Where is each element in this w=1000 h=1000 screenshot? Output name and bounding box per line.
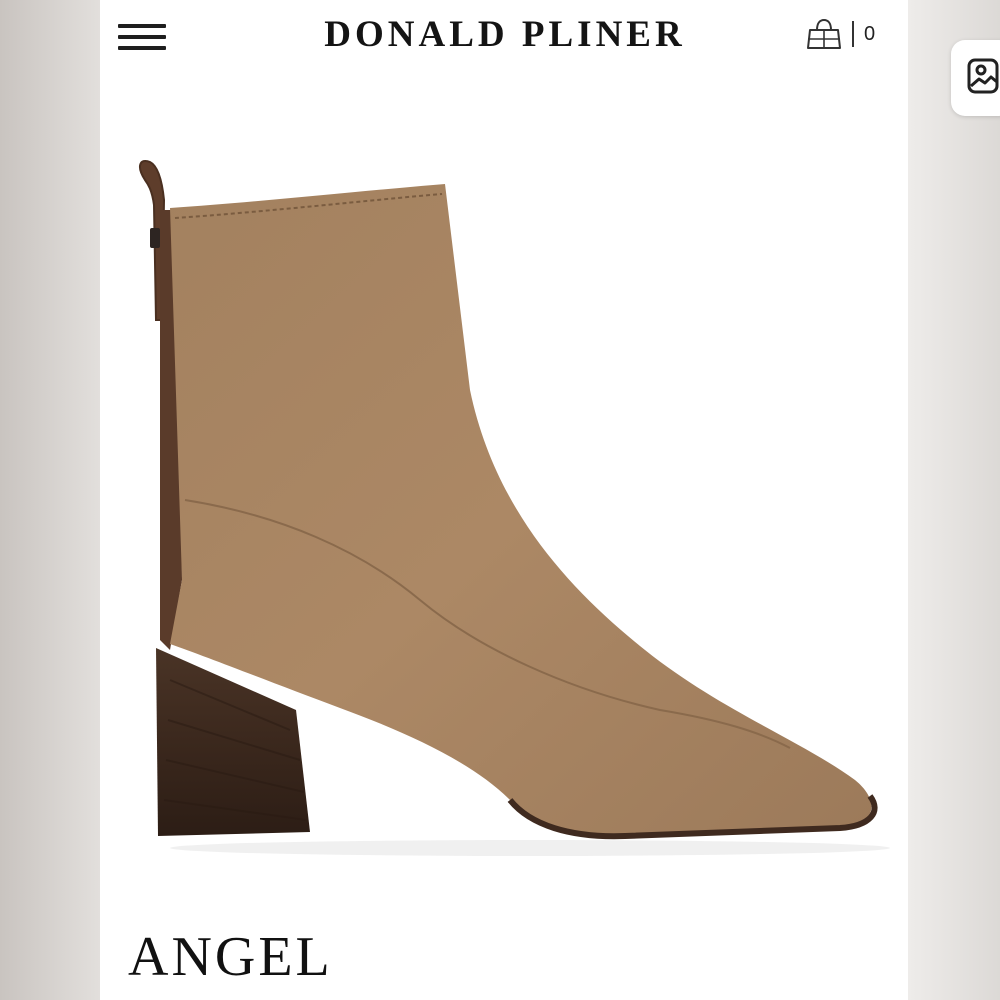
photo-gallery-button[interactable] <box>951 40 1000 116</box>
ankle-boot-image[interactable] <box>100 120 908 890</box>
cart-button[interactable]: 0 <box>806 14 896 54</box>
photo-gallery-icon <box>967 58 999 94</box>
cart-count: 0 <box>864 23 876 45</box>
left-backdrop <box>0 0 100 1000</box>
shopping-bag-icon <box>807 18 841 49</box>
brand-logo[interactable]: DONALD PLINER <box>316 10 694 60</box>
product-name: ANGEL <box>128 926 333 988</box>
hamburger-menu-icon[interactable] <box>118 22 166 54</box>
cart-divider <box>852 21 854 47</box>
site-header: DONALD PLINER 0 <box>100 0 908 80</box>
phone-screen: DONALD PLINER 0 ANGEL <box>100 0 908 1000</box>
right-backdrop <box>908 0 1000 1000</box>
